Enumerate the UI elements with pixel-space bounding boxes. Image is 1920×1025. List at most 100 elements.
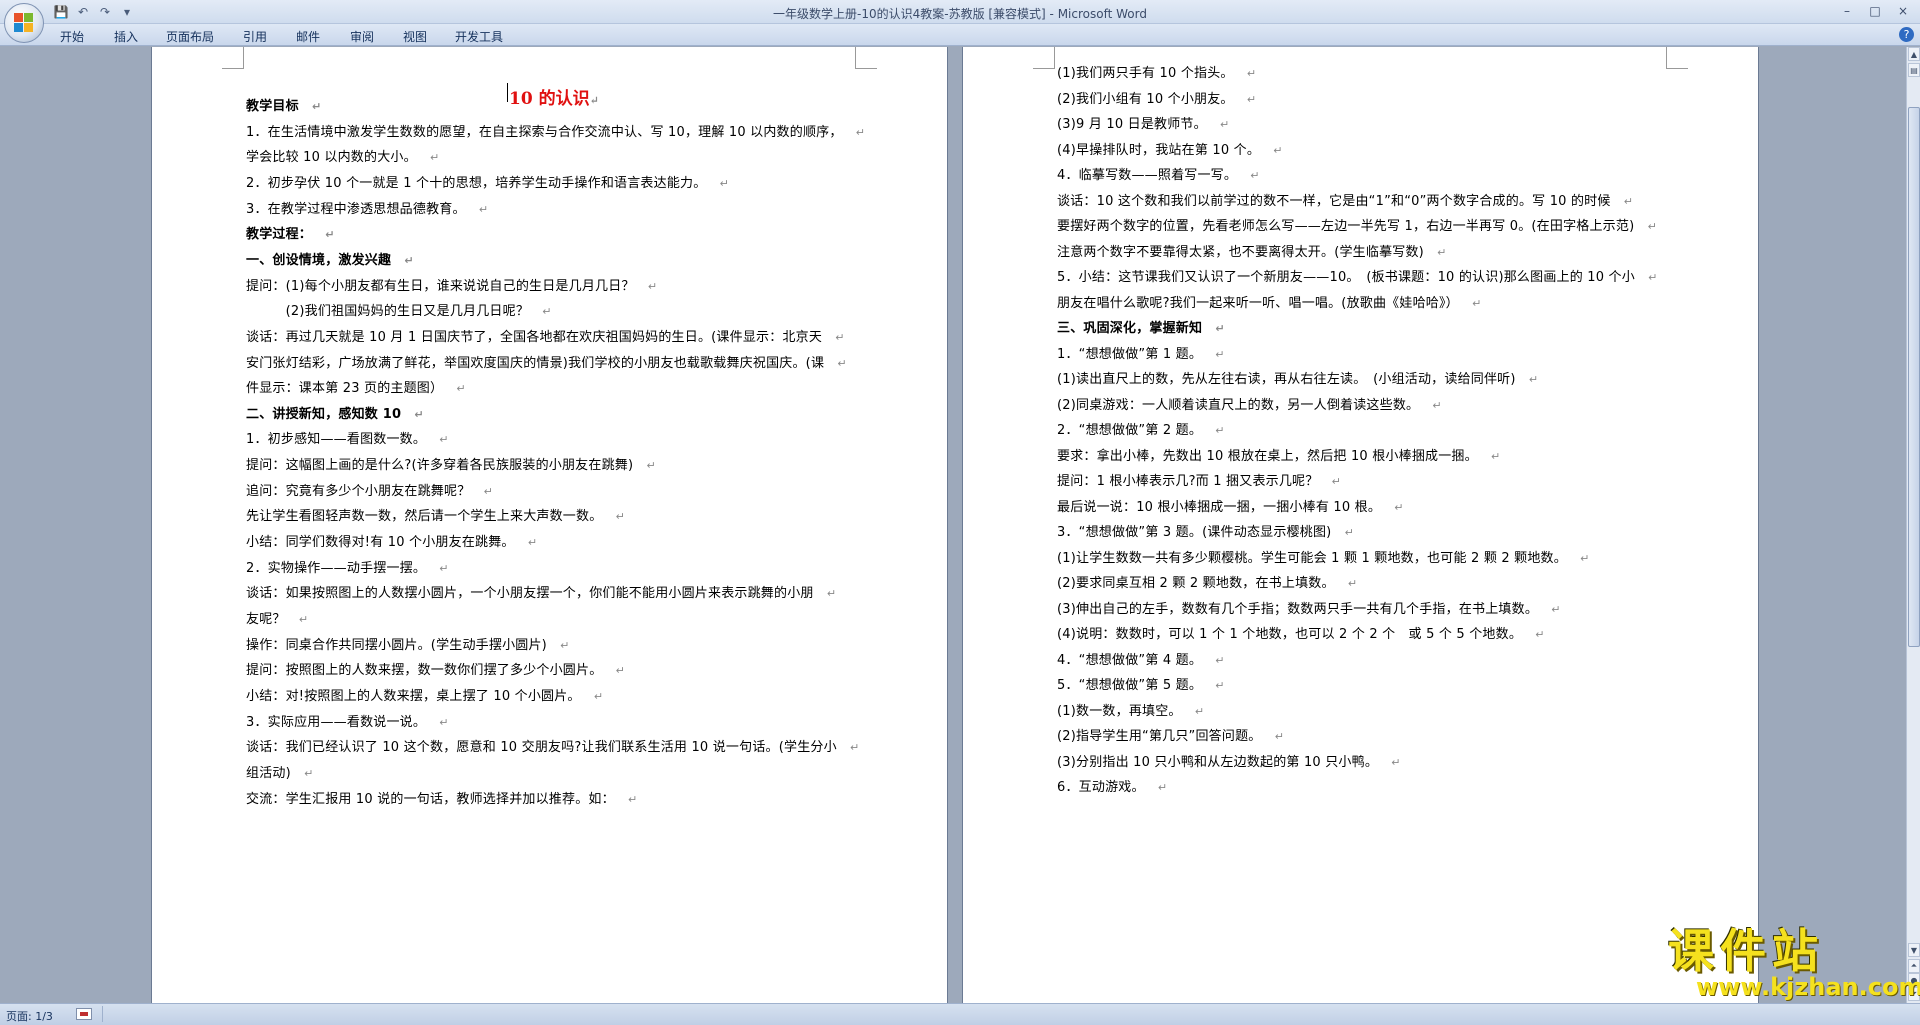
paragraph-text: (3)9 月 10 日是教师节。	[1057, 117, 1207, 132]
paragraph-mark: ↵	[1472, 296, 1482, 310]
tab-view[interactable]: 视图	[403, 28, 427, 45]
paragraph-line: 友呢？ ↵	[246, 612, 308, 628]
paragraph-text: (4)早操排队时，我站在第 10 个。	[1057, 142, 1261, 158]
paragraph-mark: ↵	[1528, 373, 1539, 386]
document-page-2[interactable]: (1)我们两只手有 10 个指头。 ↵ (2)我们小组有 10 个小朋友。 ↵ (3…	[963, 47, 1758, 1003]
paragraph-line: 提问：1 根小棒表示几?而 1 捆又表示几呢？ ↵	[1057, 474, 1341, 490]
paragraph-line: (2)同桌游戏：一人顺着读直尺上的数，另一人倒着读这些数。 ↵	[1057, 398, 1442, 414]
office-logo-icon	[14, 13, 34, 33]
paragraph-line: 2．“想想做做”第 2 题。 ↵	[1057, 423, 1225, 439]
ruler-toggle-icon[interactable]: ▤	[1908, 63, 1920, 77]
paragraph-mark: ↵	[439, 561, 449, 575]
paragraph-mark: ↵	[589, 94, 599, 107]
paragraph-text: 最后说一说：10 根小棒捆成一捆，一捆小棒有 10 根。	[1057, 499, 1382, 515]
paragraph-mark: ↵	[312, 100, 322, 113]
paragraph-text: (2)我们小组有 10 个小朋友。	[1057, 91, 1234, 107]
maximize-button[interactable]: □	[1862, 2, 1888, 20]
paragraph-line: 学会比较 10 以内数的大小。 ↵	[246, 150, 439, 166]
paragraph-mark: ↵	[1215, 653, 1225, 667]
minimize-button[interactable]: –	[1834, 2, 1860, 20]
paragraph-line: (2)我们祖国妈妈的生日又是几月几日呢？ ↵	[246, 304, 552, 320]
text-cursor	[507, 83, 508, 102]
paragraph-mark: ↵	[439, 433, 449, 447]
paragraph-mark: ↵	[1194, 704, 1205, 718]
tab-insert[interactable]: 插入	[114, 28, 138, 45]
paragraph-line: 追问：究竟有多少个小朋友在跳舞呢？ ↵	[246, 484, 493, 500]
paragraph-text: 提问：这幅图上画的是什么?(许多穿着各民族服装的小朋友在跳舞)	[246, 458, 634, 474]
tab-page-layout[interactable]: 页面布局	[166, 28, 214, 45]
scroll-up-icon[interactable]: ▲	[1908, 47, 1920, 61]
paragraph-mark: ↵	[628, 792, 638, 806]
tab-home[interactable]: 开始	[60, 28, 84, 45]
tab-developer[interactable]: 开发工具	[455, 28, 503, 45]
paragraph-line: 组活动) ↵	[246, 766, 314, 782]
paragraph-line: 1．“想想做做”第 1 题。 ↵	[1057, 347, 1225, 363]
crop-mark	[222, 47, 244, 69]
paragraph-mark: ↵	[1648, 271, 1658, 284]
paragraph-text: 1．“想想做做”第 1 题。	[1057, 346, 1203, 362]
page-count-status[interactable]: 页面: 1/3	[6, 1008, 53, 1024]
paragraph-text: 注意两个数字不要靠得太紧，也不要离得太开。(学生临摹写数)	[1057, 244, 1424, 260]
paragraph-line: 2．实物操作——动手摆一摆。 ↵	[246, 561, 449, 577]
close-button[interactable]: ×	[1890, 2, 1916, 20]
paragraph-mark: ↵	[1157, 781, 1168, 794]
paragraph-mark: ↵	[404, 253, 414, 267]
scrollbar-thumb[interactable]	[1908, 107, 1920, 647]
paragraph-line: (1)我们两只手有 10 个指头。 ↵	[1057, 66, 1256, 82]
paragraph-text: 友呢？	[246, 612, 286, 627]
scroll-down-icon[interactable]: ▼	[1908, 943, 1920, 957]
paragraph-line: (1)读出直尺上的数，先从左往右读，再从右往左读。 (小组活动，读给同伴听) ↵	[1057, 372, 1538, 388]
ribbon-tabs: 开始 插入 页面布局 引用 邮件 审阅 视图 开发工具 ?	[0, 24, 1920, 46]
office-button[interactable]	[4, 3, 44, 43]
paragraph-mark: ↵	[1331, 475, 1342, 488]
paragraph-mark: ↵	[1391, 755, 1401, 769]
paragraph-line: (3)9 月 10 日是教师节。 ↵	[1057, 117, 1229, 133]
document-page-1[interactable]: 10 的认识↵ 教学目标 ↵ 1．在生活情境中激发学生数数的愿望，在自主探索与合作…	[152, 47, 947, 1003]
paragraph-line: (3)伸出自己的左手，数数有几个手指；数数两只手一共有几个手指，在书上填数。 ↵	[1057, 602, 1561, 618]
paragraph-text: 谈话：10 这个数和我们以前学过的数不一样，它是由“1”和“0”两个数字合成的。…	[1057, 193, 1611, 209]
paragraph-line: 5．小结：这节课我们又认识了一个新朋友——10。 (板书课题：10 的认识)那么…	[1057, 270, 1658, 286]
paragraph-mark: ↵	[1273, 143, 1283, 157]
paragraph-line: 1．初步感知——看图数一数。 ↵	[246, 432, 449, 448]
paragraph-text: (2)要求同桌互相 2 颗 2 颗地数，在书上填数。	[1057, 576, 1335, 591]
paragraph-line: 1．在生活情境中激发学生数数的愿望，在自主探索与合作交流中认、写 10，理解 1…	[246, 125, 865, 141]
paragraph-mark: ↵	[1580, 551, 1590, 565]
paragraph-mark: ↵	[1215, 424, 1225, 437]
tab-references[interactable]: 引用	[243, 28, 267, 45]
paragraph-text: 三、巩固深化，掌握新知	[1057, 321, 1203, 336]
paragraph-line: 3．“想想做做”第 3 题。(课件动态显示樱桃图) ↵	[1057, 525, 1354, 541]
paragraph-mark: ↵	[1246, 67, 1257, 80]
vertical-scrollbar[interactable]: ▲ ▤ ▼ ⏶ ● ⏷	[1906, 47, 1920, 1003]
paragraph-text: 提问：1 根小棒表示几?而 1 捆又表示几呢？	[1057, 474, 1319, 489]
paragraph-text: 追问：究竟有多少个小朋友在跳舞呢？	[246, 483, 471, 499]
tab-mailings[interactable]: 邮件	[296, 28, 320, 45]
paragraph-text: (3)分别指出 10 只小鸭和从左边数起的第 10 只小鸭。	[1057, 754, 1379, 770]
paragraph-mark: ↵	[1647, 220, 1657, 233]
paragraph-text: 3．在教学过程中渗透思想品德教育。	[246, 201, 466, 217]
paragraph-line: 交流：学生汇报用 10 说的一句话，教师选择并加以推荐。如： ↵	[246, 792, 637, 808]
watermark-url: www.kjzhan.com	[1696, 973, 1920, 1001]
paragraph-mark: ↵	[1215, 679, 1225, 692]
paragraph-line: 小结：对!按照图上的人数来摆，桌上摆了 10 个小圆片。 ↵	[246, 689, 603, 705]
paragraph-text: (2)指导学生用“第几只”回答问题。	[1057, 729, 1262, 744]
proofing-status-icon[interactable]	[76, 1008, 92, 1020]
watermark-logo: 课件站 www.kjzhan.com	[1668, 915, 1920, 1007]
paragraph-mark: ↵	[719, 176, 730, 190]
paragraph-line: 注意两个数字不要靠得太紧，也不要离得太开。(学生临摹写数) ↵	[1057, 245, 1447, 261]
crop-mark	[1033, 47, 1055, 69]
paragraph-mark: ↵	[478, 202, 489, 216]
paragraph-line: 朋友在唱什么歌呢?我们一起来听一听、唱一唱。(放歌曲《娃哈哈》） ↵	[1057, 296, 1482, 312]
help-icon[interactable]: ?	[1899, 27, 1914, 42]
paragraph-mark: ↵	[615, 510, 626, 524]
paragraph-text: (2)同桌游戏：一人顺着读直尺上的数，另一人倒着读这些数。	[1057, 397, 1420, 413]
previous-page-icon[interactable]: ⏶	[1908, 959, 1920, 973]
paragraph-line: 谈话：10 这个数和我们以前学过的数不一样，它是由“1”和“0”两个数字合成的。…	[1057, 194, 1633, 210]
tab-review[interactable]: 审阅	[350, 28, 374, 45]
paragraph-text: (1)读出直尺上的数，先从左往右读，再从右往左读。 (小组活动，读给同伴听)	[1057, 372, 1516, 387]
paragraph-text: 谈话：如果按照图上的人数摆小圆片，一个小朋友摆一个，你们能不能用小圆片来表示跳舞…	[246, 586, 814, 602]
paragraph-line: 操作：同桌合作共同摆小圆片。(学生动手摆小圆片) ↵	[246, 638, 570, 654]
paragraph-mark: ↵	[298, 613, 309, 626]
paragraph-text: 二、讲授新知，感知数 10	[246, 406, 402, 422]
paragraph-text: 一、创设情境，激发兴趣	[246, 252, 392, 268]
paragraph-text: 谈话：我们已经认识了 10 这个数，愿意和 10 交朋友吗?让我们联系生活用 1…	[246, 740, 837, 756]
